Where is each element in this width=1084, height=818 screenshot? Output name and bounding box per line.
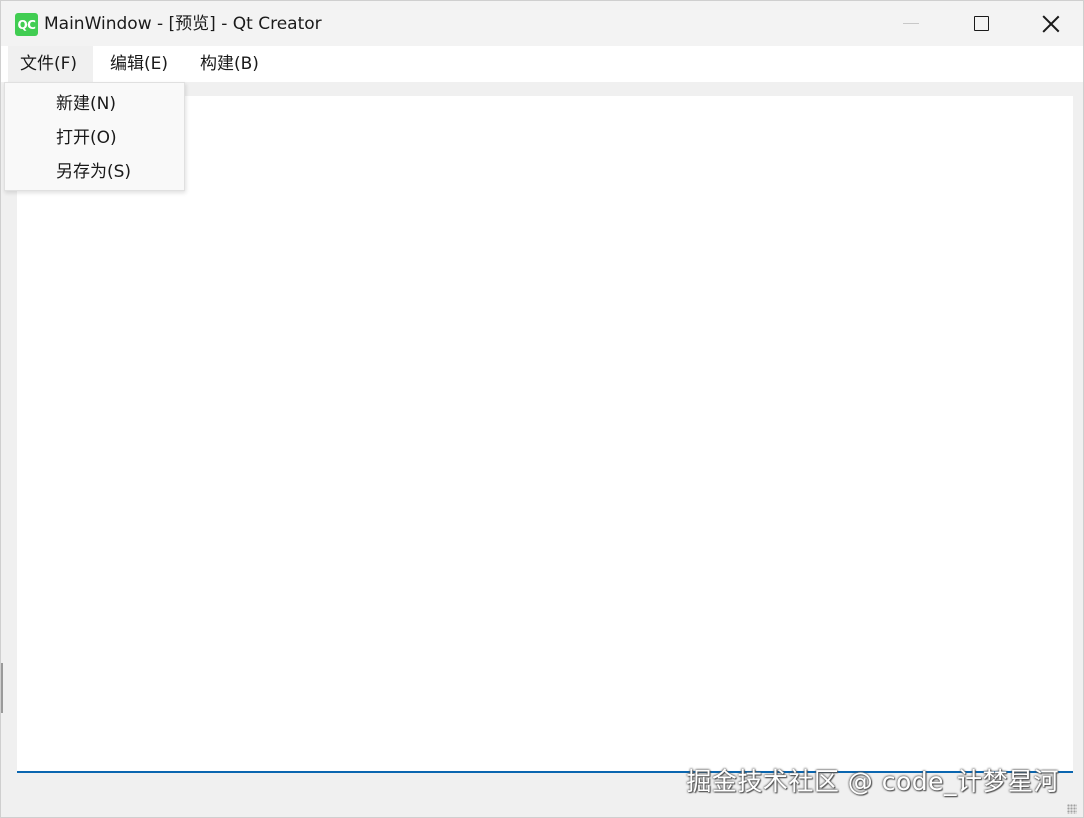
menu-item-new[interactable]: 新建(N): [5, 87, 184, 121]
maximize-icon: [973, 16, 989, 31]
close-button[interactable]: [1016, 1, 1084, 46]
window-edge-marker: [1, 663, 3, 713]
resize-grip-icon[interactable]: [1067, 804, 1077, 814]
menu-edit[interactable]: 编辑(E): [98, 46, 183, 82]
menu-item-save-as[interactable]: 另存为(S): [5, 155, 184, 189]
file-menu-dropdown: 新建(N) 打开(O) 另存为(S): [4, 82, 185, 191]
menu-item-open[interactable]: 打开(O): [5, 121, 184, 155]
close-icon: [1042, 15, 1060, 33]
window-title: MainWindow - [预览] - Qt Creator: [44, 14, 322, 34]
main-window: QC MainWindow - [预览] - Qt Creator 文件(F) …: [0, 0, 1084, 818]
central-widget[interactable]: [17, 96, 1073, 771]
title-bar[interactable]: QC MainWindow - [预览] - Qt Creator: [1, 1, 1083, 46]
qt-creator-app-icon: QC: [15, 13, 38, 36]
menu-bar: 文件(F) 编辑(E) 构建(B): [1, 46, 1083, 82]
maximize-button[interactable]: [946, 1, 1016, 46]
minimize-icon: [903, 23, 919, 24]
watermark: 掘金技术社区 @ code_计梦星河: [686, 767, 1059, 796]
menu-build[interactable]: 构建(B): [188, 46, 273, 82]
minimize-button[interactable]: [876, 1, 946, 46]
menu-file[interactable]: 文件(F): [8, 46, 93, 82]
